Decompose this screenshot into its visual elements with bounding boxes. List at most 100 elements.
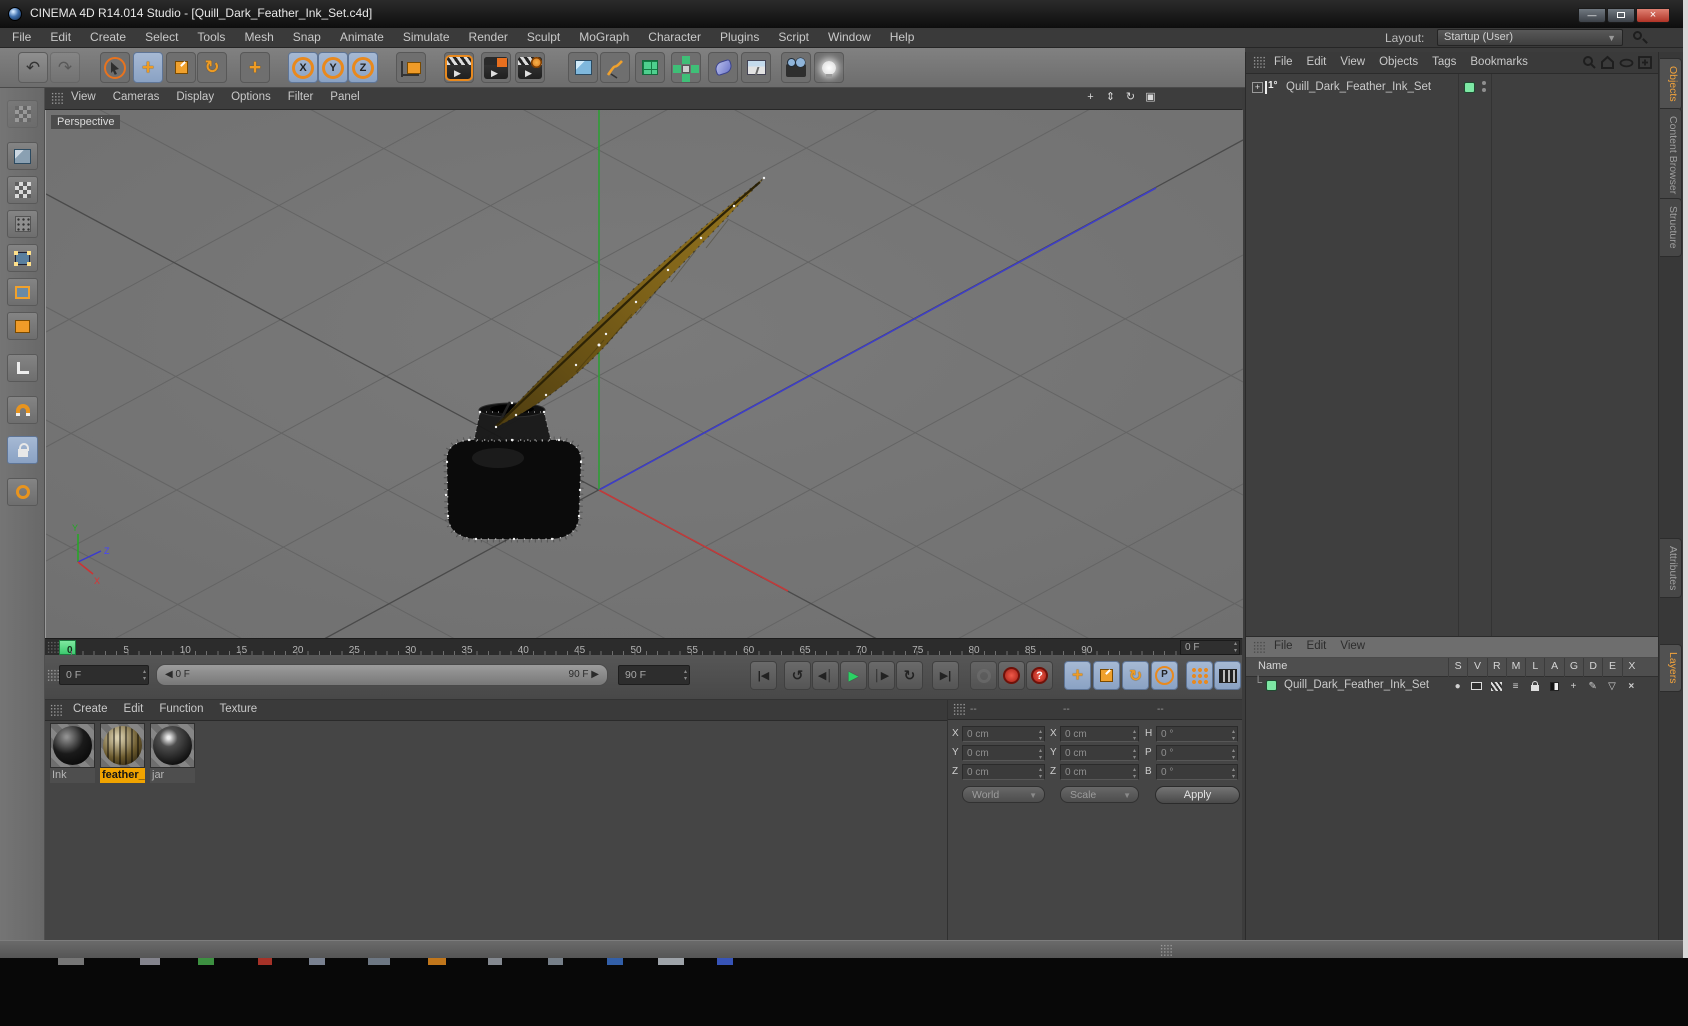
layer-toggle-manager[interactable]: ≡ <box>1506 678 1525 694</box>
taskbar-icon-sliver[interactable] <box>368 958 390 965</box>
object-manager-menu-item[interactable]: File <box>1274 56 1293 68</box>
menu-item[interactable]: Help <box>890 30 915 44</box>
menu-item[interactable]: Character <box>648 30 701 44</box>
search-icon[interactable] <box>1582 55 1596 70</box>
layer-toggle-generators[interactable]: + <box>1564 678 1583 694</box>
loop-button[interactable]: ↻ <box>896 661 923 690</box>
live-selection-button[interactable] <box>100 52 130 83</box>
layer-toggle-deformers[interactable]: ✎ <box>1583 678 1602 694</box>
goto-end-button[interactable]: ▶| <box>932 661 959 690</box>
taskbar-icon-sliver[interactable] <box>428 958 446 965</box>
object-tree-row[interactable]: + 1° Quill_Dark_Feather_Ink_Set <box>1246 79 1658 97</box>
current-frame-field[interactable]: 0 F ▴ ▾ <box>59 665 149 685</box>
add-subdivision-surface-button[interactable] <box>635 52 665 83</box>
menu-item[interactable]: Sculpt <box>527 30 560 44</box>
move-tool-button[interactable]: + <box>133 52 163 83</box>
last-tool-button[interactable]: + <box>240 52 270 83</box>
size-z-field[interactable]: 0 cm ▴ ▾ <box>1060 764 1139 780</box>
taskbar-icon-sliver[interactable] <box>548 958 563 965</box>
apply-button[interactable]: Apply <box>1155 786 1240 804</box>
taskbar-icon-sliver[interactable] <box>717 958 733 965</box>
object-manager-menu-item[interactable]: Edit <box>1307 56 1327 68</box>
disabled-tool-button[interactable] <box>7 100 38 128</box>
layer-color-chip[interactable] <box>1266 680 1277 691</box>
layer-manager-menu-item[interactable]: View <box>1340 640 1365 652</box>
title-bar[interactable]: CINEMA 4D R14.014 Studio - [Quill_Dark_F… <box>0 0 1688 28</box>
rotation-h-field[interactable]: 0 ° ▴ ▾ <box>1156 726 1238 742</box>
taskbar-icon-sliver[interactable] <box>140 958 160 965</box>
layer-column-header[interactable]: L <box>1525 658 1544 677</box>
polygons-mode-button[interactable] <box>7 312 38 340</box>
stepper-icon[interactable]: ▴ ▾ <box>1234 641 1237 655</box>
size-x-field[interactable]: 0 cm ▴ ▾ <box>1060 726 1139 742</box>
layer-toggle-render[interactable] <box>1487 678 1506 694</box>
keyframe-rotation-toggle[interactable]: ↻ <box>1122 661 1149 690</box>
panel-grip[interactable] <box>1253 56 1265 69</box>
rotation-p-field[interactable]: 0 ° ▴ ▾ <box>1156 745 1238 761</box>
tab-content-browser[interactable]: Content Browser <box>1660 108 1682 203</box>
stepper-icon[interactable]: ▴ ▾ <box>1133 729 1136 743</box>
toggle-view-icon[interactable]: ▣ <box>1143 90 1158 105</box>
stepper-icon[interactable]: ▴ ▾ <box>1232 729 1235 743</box>
tab-layers[interactable]: Layers <box>1660 644 1682 692</box>
taskbar-icon-sliver[interactable] <box>309 958 325 965</box>
object-manager-menu-item[interactable]: Bookmarks <box>1470 56 1528 68</box>
layer-column-header[interactable]: A <box>1544 658 1563 677</box>
expand-icon[interactable]: + <box>1252 82 1263 93</box>
maximize-button[interactable] <box>1607 8 1635 23</box>
enable-axis-button[interactable] <box>7 354 38 382</box>
taskbar-icon-sliver[interactable] <box>58 958 84 965</box>
taskbar-icon-sliver[interactable] <box>658 958 684 965</box>
taskbar-icon-sliver[interactable] <box>258 958 272 965</box>
points-mode-button[interactable] <box>7 244 38 272</box>
menu-item[interactable]: Render <box>469 30 508 44</box>
rotate-tool-button[interactable]: ↻ <box>197 52 227 83</box>
home-icon[interactable] <box>1600 55 1615 70</box>
make-editable-button[interactable] <box>7 142 38 170</box>
material-name[interactable]: jar <box>150 768 195 783</box>
render-settings-button[interactable] <box>515 52 545 83</box>
autokey-button[interactable] <box>998 661 1025 690</box>
layer-column-header[interactable]: E <box>1602 658 1621 677</box>
minimize-button[interactable]: — <box>1578 8 1606 23</box>
add-cube-button[interactable] <box>568 52 598 83</box>
previous-frame-button[interactable]: ◀│ <box>812 661 839 690</box>
menu-item[interactable]: Simulate <box>403 30 450 44</box>
keyframe-pla-toggle[interactable] <box>1186 661 1213 690</box>
layer-name[interactable]: Quill_Dark_Feather_Ink_Set <box>1284 679 1429 691</box>
add-floor-button[interactable] <box>741 52 771 83</box>
layer-toggle-lock[interactable] <box>1525 678 1544 694</box>
keyframe-scale-toggle[interactable] <box>1093 661 1120 690</box>
material-menu-item[interactable]: Edit <box>124 703 144 715</box>
snap-button[interactable] <box>7 396 38 424</box>
panel-grip[interactable] <box>47 641 59 654</box>
layer-column-header[interactable]: M <box>1505 658 1525 677</box>
pan-view-icon[interactable]: + <box>1083 90 1098 105</box>
stepper-icon[interactable]: ▴ ▾ <box>1133 748 1136 762</box>
edges-mode-button[interactable] <box>7 278 38 306</box>
slider-left-arrow-icon[interactable]: ◀ <box>165 669 175 680</box>
material-name-selected[interactable]: feather_ <box>100 768 145 783</box>
menu-item[interactable]: Edit <box>50 30 71 44</box>
material-menu-item[interactable]: Texture <box>219 703 257 715</box>
scale-tool-button[interactable] <box>166 52 196 83</box>
object-manager-menu-item[interactable]: Tags <box>1432 56 1456 68</box>
add-deformer-button[interactable] <box>708 52 738 83</box>
windows-taskbar[interactable] <box>0 958 1688 1026</box>
menu-item[interactable]: Tools <box>197 30 225 44</box>
material-thumbnail[interactable] <box>150 723 195 768</box>
layer-toggle-xref[interactable]: × <box>1622 678 1641 694</box>
frame-range-slider[interactable]: ◀ 0 F 90 F ▶ <box>156 664 608 686</box>
lock-y-axis-button[interactable]: Y <box>318 52 348 83</box>
layout-dropdown[interactable]: Startup (User) ▼ <box>1437 29 1623 46</box>
play-backward-button[interactable]: ↺ <box>784 661 811 690</box>
object-manager[interactable]: + 1° Quill_Dark_Feather_Ink_Set <box>1246 74 1658 637</box>
next-frame-button[interactable]: │▶ <box>868 661 895 690</box>
timeline-ruler[interactable]: 051015202530354045505560657075808590 0 F… <box>45 638 1242 656</box>
menu-item[interactable]: Mesh <box>244 30 273 44</box>
layer-column-header[interactable]: G <box>1563 658 1583 677</box>
perspective-viewport[interactable]: Y Z X Perspective <box>45 0 1244 1026</box>
panel-grip[interactable] <box>1253 641 1265 654</box>
layer-toggle-animation[interactable] <box>1544 678 1563 694</box>
add-mograph-button[interactable] <box>671 52 701 83</box>
